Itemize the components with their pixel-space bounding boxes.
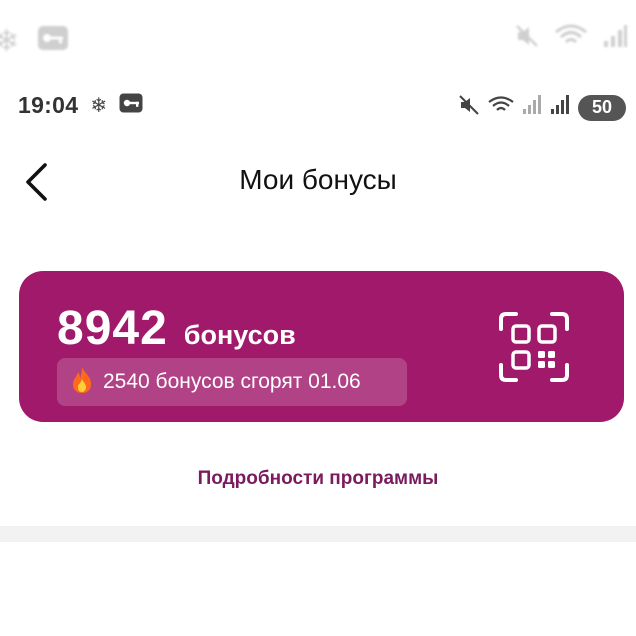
qr-code-button[interactable] (498, 311, 570, 383)
snowflake-icon: ❄ (0, 25, 20, 58)
clock: 19:04 (18, 92, 79, 118)
bonus-unit: бонусов (183, 320, 296, 350)
battery-indicator: 50 (578, 94, 626, 121)
key-icon (37, 25, 69, 59)
signal-icon (550, 94, 570, 121)
mute-icon (458, 94, 480, 121)
fire-icon (71, 366, 93, 399)
ghost-status-bar: ❄ (0, 0, 636, 80)
snowflake-icon: ❄ (90, 95, 108, 117)
bonus-card: 8942 бонусов 2540 бонусов сгорят 01.06 (19, 271, 624, 422)
qr-code-icon (499, 312, 569, 382)
app-header: Мои бонусы (0, 150, 636, 214)
key-icon (119, 93, 143, 118)
wifi-icon (488, 94, 514, 121)
signal-icon (522, 94, 542, 121)
signal-icon (602, 23, 628, 54)
bonus-amount: 8942 (57, 302, 168, 355)
expiring-bonuses-text: 2540 бонусов сгорят 01.06 (103, 370, 361, 393)
program-details-link[interactable]: Подробности программы (0, 468, 636, 490)
status-bar: 19:04 ❄ 50 (0, 88, 636, 128)
section-divider (0, 526, 636, 542)
page-title: Мои бонусы (239, 164, 397, 195)
bonus-amount-row: 8942 бонусов (57, 301, 296, 356)
expiring-bonuses-badge: 2540 бонусов сгорят 01.06 (57, 358, 407, 406)
wifi-icon (554, 22, 588, 55)
mute-icon (514, 23, 540, 54)
